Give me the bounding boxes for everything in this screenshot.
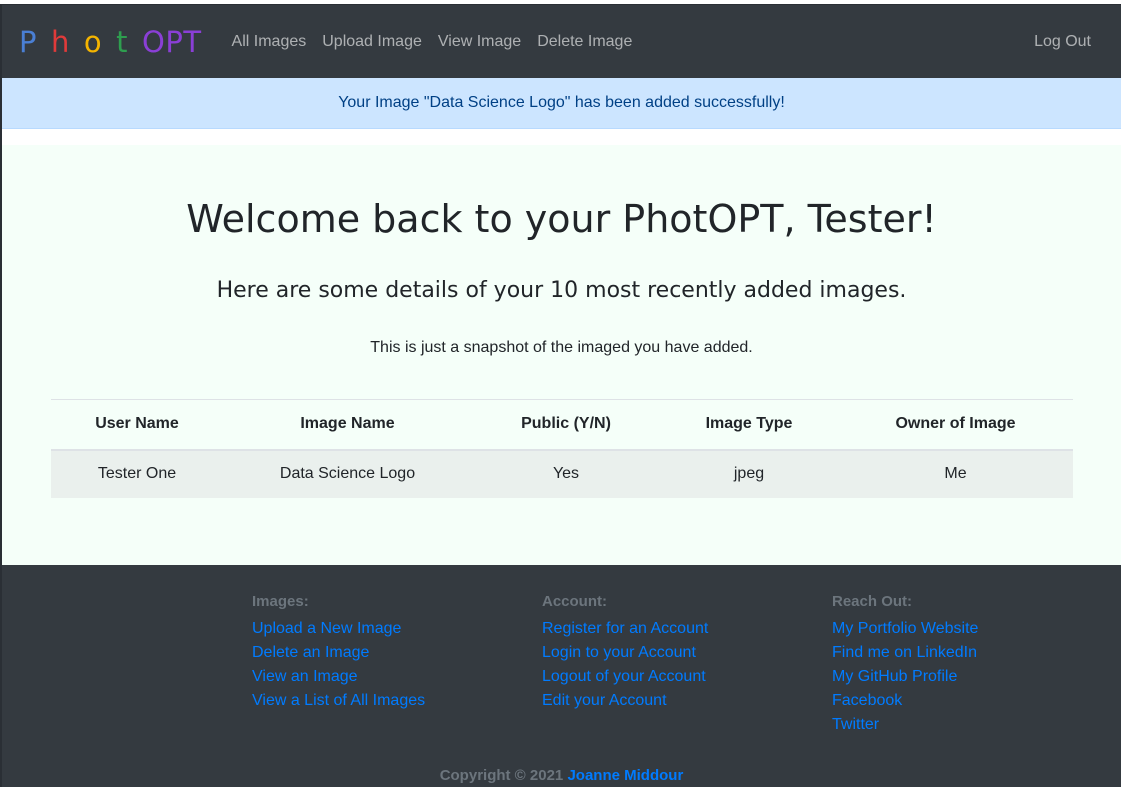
brand-letter-t: t [116,24,129,59]
table-row: Tester One Data Science Logo Yes jpeg Me [51,449,1073,498]
footer-link-portfolio[interactable]: My Portfolio Website [832,617,978,641]
cell-owner: Me [838,449,1073,498]
footer-link-list-all-images[interactable]: View a List of All Images [252,689,425,713]
footer-link-edit-account[interactable]: Edit your Account [542,689,708,713]
logout-link[interactable]: Log Out [1026,33,1099,51]
cell-public: Yes [472,449,660,498]
brand-letters-opt: OPT [142,24,202,59]
footer-link-github[interactable]: My GitHub Profile [832,665,978,689]
page-lead: This is just a snapshot of the imaged yo… [370,339,753,356]
footer-account-column: Account: Register for an Account Login t… [542,593,708,713]
nav-links: All Images Upload Image View Image Delet… [224,33,641,51]
alert-message: Your Image "Data Science Logo" has been … [338,94,785,111]
table-header-row: User Name Image Name Public (Y/N) Image … [51,399,1073,451]
success-alert: Your Image "Data Science Logo" has been … [2,78,1121,129]
navbar: P h o t OPT All Images Upload Image View… [2,5,1121,78]
footer: Images: Upload a New Image Delete an Ima… [2,565,1121,787]
footer-reach-column: Reach Out: My Portfolio Website Find me … [832,593,978,737]
recent-images-table: User Name Image Name Public (Y/N) Image … [51,399,1073,498]
copyright: Copyright © 2021 Joanne Middour [2,767,1121,784]
col-public: Public (Y/N) [472,399,660,451]
footer-link-delete-image[interactable]: Delete an Image [252,641,425,665]
nav-link-all-images[interactable]: All Images [224,33,315,51]
nav-link-view-image[interactable]: View Image [430,33,529,51]
footer-link-login[interactable]: Login to your Account [542,641,708,665]
brand-letter-h: h [51,24,70,59]
footer-reach-heading: Reach Out: [832,593,913,610]
footer-link-twitter[interactable]: Twitter [832,713,978,737]
author-link[interactable]: Joanne Middour [567,767,683,784]
col-image-name: Image Name [223,399,472,451]
nav-link-delete-image[interactable]: Delete Image [529,33,640,51]
footer-link-view-image[interactable]: View an Image [252,665,425,689]
col-image-type: Image Type [660,399,838,451]
footer-link-logout[interactable]: Logout of your Account [542,665,708,689]
brand-logo[interactable]: P h o t OPT [19,25,202,59]
cell-image-type: jpeg [660,449,838,498]
footer-link-facebook[interactable]: Facebook [832,689,978,713]
footer-images-column: Images: Upload a New Image Delete an Ima… [252,593,425,713]
cell-image-name: Data Science Logo [223,449,472,498]
app-window: P h o t OPT All Images Upload Image View… [0,0,1121,797]
footer-account-heading: Account: [542,593,607,610]
brand-letter-p: P [19,24,37,59]
footer-link-upload-new-image[interactable]: Upload a New Image [252,617,425,641]
brand-letter-o: o [83,24,103,59]
cell-user-name: Tester One [51,449,223,498]
footer-link-register[interactable]: Register for an Account [542,617,708,641]
copyright-text: Copyright © 2021 [439,767,564,784]
col-owner: Owner of Image [838,399,1073,451]
window-bottom-edge [0,787,1121,797]
col-user-name: User Name [51,399,223,451]
footer-link-linkedin[interactable]: Find me on LinkedIn [832,641,978,665]
page-subtitle: Here are some details of your 10 most re… [216,278,907,303]
footer-images-heading: Images: [252,593,309,610]
main-content: Welcome back to your PhotOPT, Tester! He… [2,145,1121,565]
page-title: Welcome back to your PhotOPT, Tester! [186,197,937,241]
nav-link-upload-image[interactable]: Upload Image [314,33,430,51]
